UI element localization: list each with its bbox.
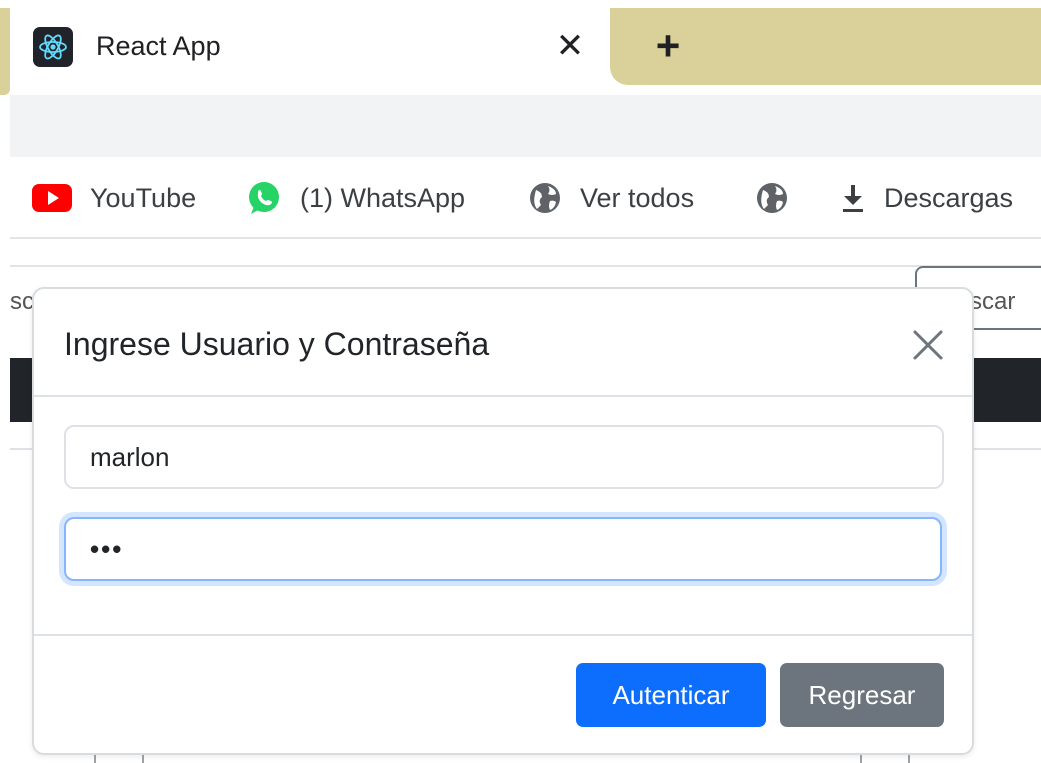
bookmark-label: YouTube (90, 182, 197, 213)
username-value: marlon (90, 442, 170, 472)
search-input-fragment: sc (10, 288, 34, 315)
divider (10, 265, 1041, 267)
download-icon (840, 183, 866, 213)
bookmark-youtube[interactable]: YouTube (32, 181, 196, 215)
whatsapp-icon (246, 180, 282, 216)
address-bar-area (10, 95, 1041, 157)
login-modal: Ingrese Usuario y Contraseña marlon ••• … (32, 287, 974, 755)
authenticate-button[interactable]: Autenticar (576, 663, 766, 727)
tab-strip-edge (0, 8, 10, 95)
bookmark-label: (1) WhatsApp (300, 182, 466, 213)
password-value: ••• (90, 534, 124, 564)
search-button-label: scar (970, 288, 1016, 315)
close-icon[interactable] (908, 325, 948, 365)
youtube-icon (32, 184, 72, 212)
tab-title: React App (96, 31, 221, 61)
new-tab-icon[interactable]: + (646, 24, 690, 68)
bookmark-label: Descargas (884, 182, 1014, 213)
back-button[interactable]: Regresar (780, 663, 944, 727)
globe-icon (755, 181, 789, 215)
username-input[interactable]: marlon (64, 425, 944, 489)
tab-close-icon[interactable]: ✕ (552, 26, 588, 66)
modal-footer-divider (34, 634, 972, 636)
tab-strip: React App ✕ + (0, 0, 1041, 95)
bookmark-label: Ver todos (580, 182, 695, 213)
bookmark-ver-todos[interactable]: Ver todos (528, 181, 694, 215)
bookmarks-bar: YouTube (1) WhatsApp Ver todos Descargas (10, 157, 1041, 239)
react-logo-icon (33, 27, 73, 67)
modal-header: Ingrese Usuario y Contraseña (34, 289, 972, 397)
bookmark-descargas[interactable]: Descargas (840, 181, 1013, 215)
globe-icon (528, 181, 562, 215)
password-input[interactable]: ••• (64, 517, 942, 581)
bookmark-whatsapp[interactable]: (1) WhatsApp (246, 181, 465, 215)
modal-title: Ingrese Usuario y Contraseña (64, 326, 490, 362)
bookmark-globe[interactable] (755, 181, 807, 215)
